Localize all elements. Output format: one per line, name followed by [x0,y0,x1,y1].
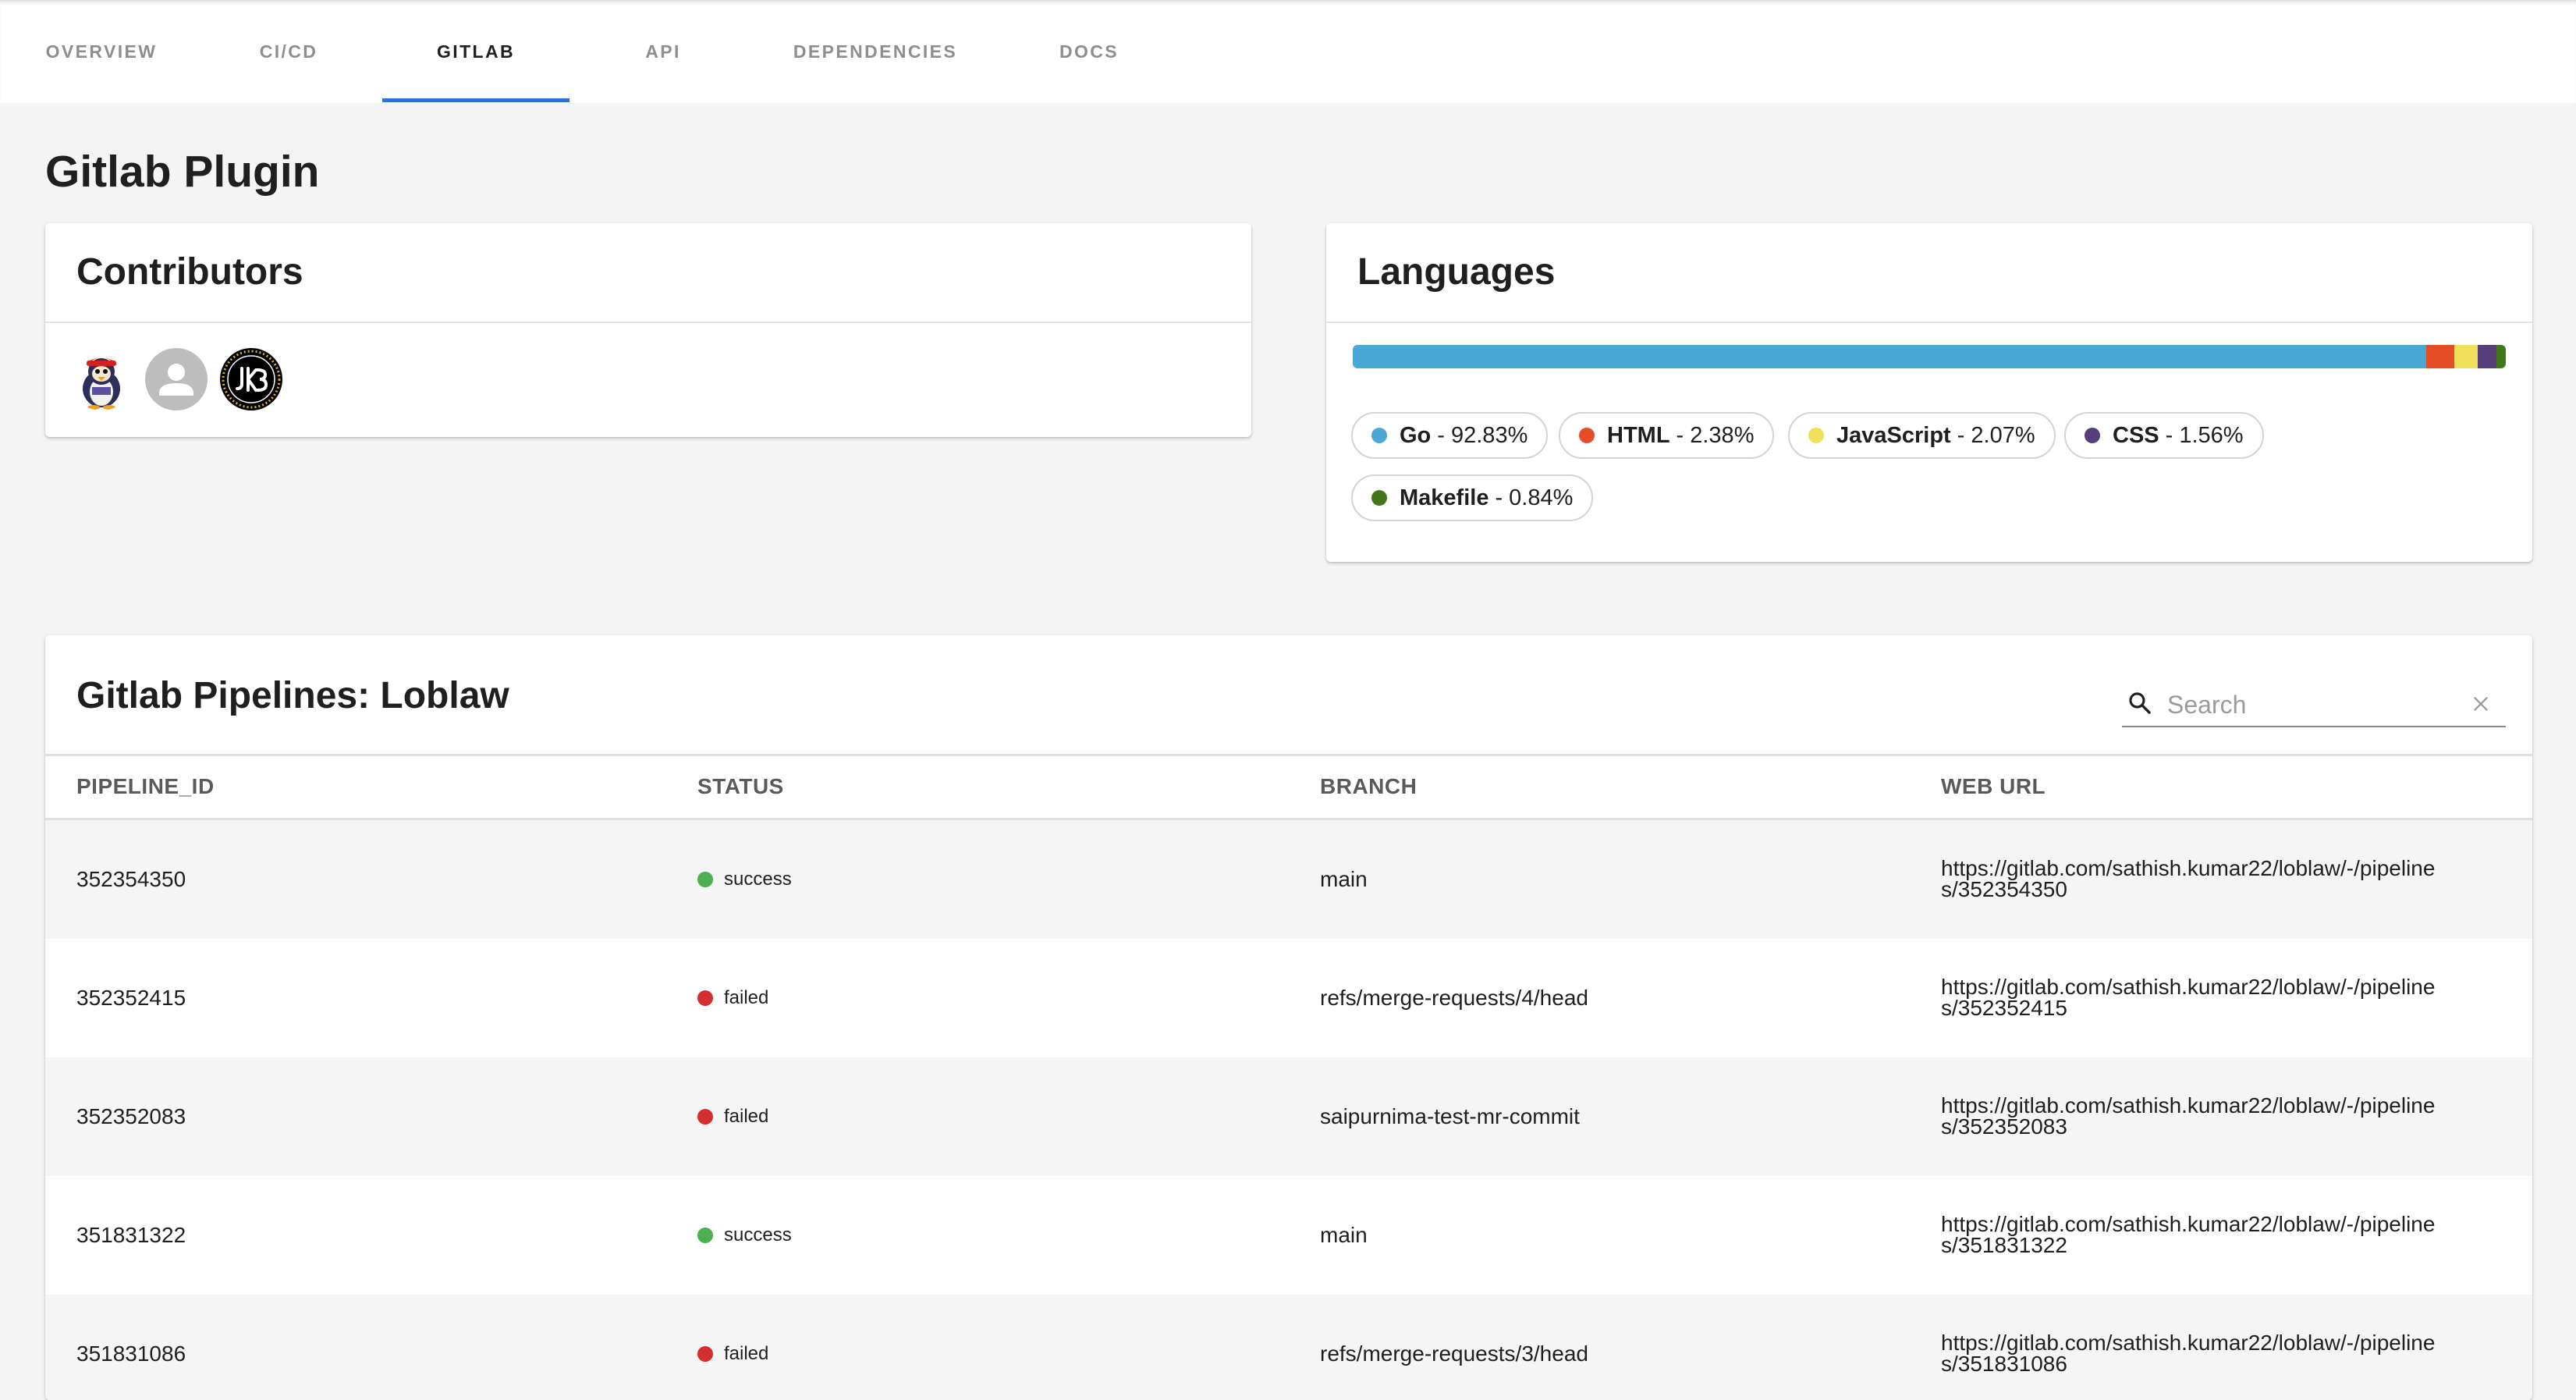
column-header-pipeline-id[interactable]: PIPELINE_ID [76,774,215,799]
search-input[interactable] [2166,687,2465,723]
language-chip-css[interactable]: CSS - 1.56% [2064,412,2264,459]
person-icon [159,364,193,396]
branch-name: refs/merge-requests/3/head [1320,1341,1588,1366]
language-distribution-bar [1353,345,2506,368]
language-bar-segment-javascript [2454,345,2478,368]
column-header-web-url[interactable]: WEB URL [1941,774,2046,799]
branch-name: refs/merge-requests/4/head [1320,986,1588,1010]
penguin-icon [83,357,120,410]
tab-gitlab[interactable]: GITLAB [382,0,569,103]
makefile-color-dot [1371,490,1387,506]
search-icon [2129,692,2151,714]
status-text: success [724,869,792,890]
card-divider [1326,322,2532,323]
status-indicator: success [697,869,792,890]
language-chip-html[interactable]: HTML - 2.38% [1559,412,1775,459]
language-name: JavaScript [1836,422,1951,448]
status-text: failed [724,1343,769,1364]
language-name: HTML [1607,422,1670,448]
language-percent: - 92.83% [1437,422,1528,448]
languages-card: Languages Go - 92.83% HTML - 2.38% JavaS… [1326,223,2532,562]
page-title: Gitlab Plugin [45,147,320,197]
language-percent: - 0.84% [1495,485,1574,510]
go-color-dot [1371,428,1387,443]
pipeline-web-url[interactable]: https://gitlab.com/sathish.kumar22/lobla… [1941,976,2440,1019]
branch-name: saipurnima-test-mr-commit [1320,1104,1580,1128]
card-divider [45,322,1251,323]
contributors-card: Contributors [45,223,1251,437]
pipeline-web-url[interactable]: https://gitlab.com/sathish.kumar22/lobla… [1941,1213,2440,1256]
pipeline-id: 351831322 [76,1223,186,1247]
column-header-branch[interactable]: BRANCH [1320,774,1417,799]
branch-name: main [1320,1223,1368,1247]
language-chip-go[interactable]: Go - 92.83% [1351,412,1549,459]
active-tab-indicator [382,98,569,102]
failed-status-dot [697,1109,713,1125]
default-avatar[interactable] [145,348,208,410]
clear-search-icon[interactable] [2470,693,2492,715]
column-header-status[interactable]: STATUS [697,774,784,799]
language-bar-segment-go [1353,345,2427,368]
table-row[interactable]: 351831086 failed refs/merge-requests/3/h… [45,1295,2532,1400]
jk3-logo-icon [222,350,281,409]
language-chip-makefile[interactable]: Makefile - 0.84% [1351,474,1594,521]
status-indicator: failed [697,1106,768,1128]
table-row[interactable]: 352352415 failed refs/merge-requests/4/h… [45,939,2532,1057]
language-bar-segment-makefile [2496,345,2506,368]
table-row[interactable]: 352354350 success main https://gitlab.co… [45,820,2532,939]
table-row[interactable]: 351831322 success main https://gitlab.co… [45,1176,2532,1295]
pipeline-web-url[interactable]: https://gitlab.com/sathish.kumar22/lobla… [1941,858,2440,901]
status-indicator: failed [697,1343,768,1365]
language-name: Go [1400,422,1432,448]
tab-overview[interactable]: OVERVIEW [8,0,195,103]
languages-title: Languages [1357,251,1556,293]
pipeline-search [2122,682,2506,727]
language-bar-segment-html [2426,345,2454,368]
html-color-dot [1579,428,1595,443]
pipeline-id: 352352415 [76,986,186,1010]
language-name: Makefile [1400,485,1489,510]
status-text: failed [724,987,769,1008]
status-indicator: success [697,1224,792,1246]
pipelines-title: Gitlab Pipelines: Loblaw [76,675,509,716]
language-bar-segment-css [2478,345,2496,368]
pipeline-web-url[interactable]: https://gitlab.com/sathish.kumar22/lobla… [1941,1332,2440,1375]
tab-ci-cd[interactable]: CI/CD [195,0,382,103]
language-chip-javascript[interactable]: JavaScript - 2.07% [1788,412,2056,459]
pipeline-id: 352354350 [76,867,186,891]
contributors-title: Contributors [76,251,303,293]
tab-api[interactable]: API [569,0,757,103]
tab-docs[interactable]: DOCS [995,0,1183,103]
failed-status-dot [697,990,713,1006]
branch-name: main [1320,867,1368,891]
language-percent: - 1.56% [2165,422,2244,448]
javascript-color-dot [1808,428,1824,443]
jk-avatar[interactable] [220,348,282,410]
pipeline-id: 351831086 [76,1341,186,1366]
language-percent: - 2.38% [1676,422,1755,448]
language-name: CSS [2113,422,2159,448]
tab-dependencies[interactable]: DEPENDENCIES [782,0,969,103]
tab-bar: OVERVIEW CI/CD GITLAB API DEPENDENCIES D… [0,0,2576,103]
pipeline-id: 352352083 [76,1104,186,1128]
status-indicator: failed [697,987,768,1009]
status-text: success [724,1224,792,1245]
table-row[interactable]: 352352083 failed saipurnima-test-mr-comm… [45,1057,2532,1176]
pipeline-web-url[interactable]: https://gitlab.com/sathish.kumar22/lobla… [1941,1095,2440,1138]
status-text: failed [724,1106,769,1127]
language-percent: - 2.07% [1957,422,2035,448]
pipelines-card: Gitlab Pipelines: Loblaw PIPELINE_ID STA… [45,635,2532,1400]
failed-status-dot [697,1346,713,1362]
css-color-dot [2085,428,2100,443]
penguin-avatar[interactable] [70,348,133,410]
table-top-divider [45,754,2532,756]
success-status-dot [697,872,713,887]
success-status-dot [697,1228,713,1243]
